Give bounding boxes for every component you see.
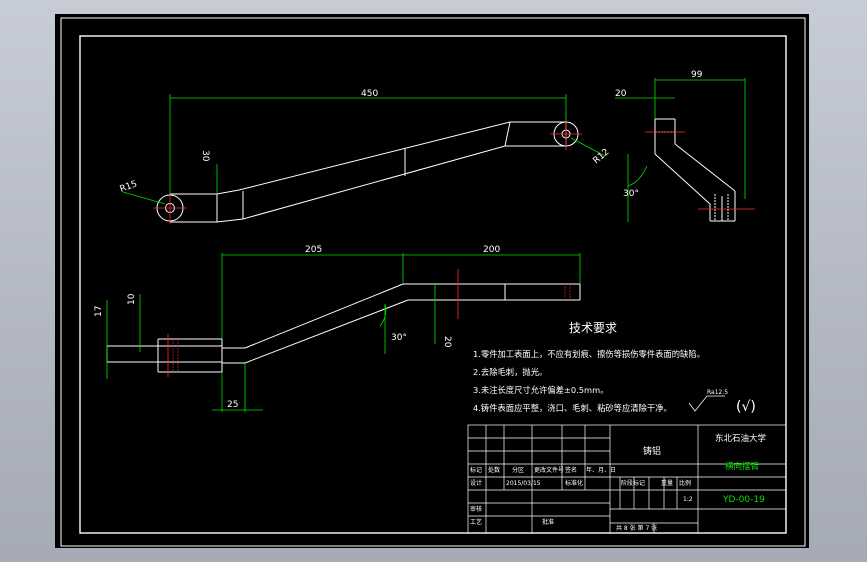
drawing-number: YD-00-19 <box>722 495 765 505</box>
outer-frame <box>60 17 806 547</box>
dim-99: 99 <box>691 70 703 80</box>
row-label-zone: 分区 <box>512 466 524 474</box>
row-label-count: 处数 <box>488 466 500 474</box>
title-block-text: 铸铝 东北石油大学 横向摆臂 YD-00-19 标记 处数 分区 更改文件号 签… <box>470 433 767 532</box>
part-name: 横向摆臂 <box>725 461 760 472</box>
label-stage: 阶段标记 <box>621 479 645 487</box>
tech-req-item-3: 3.未注长度尺寸允许偏差±0.5mm。 <box>473 385 609 395</box>
sheet-info: 共 8 张 第 7 张 <box>616 524 657 532</box>
label-design: 设计 <box>470 479 482 487</box>
row-label-date: 年、月、日 <box>586 466 616 474</box>
cad-drawing: 450 30 R15 R12 99 20 30° 205 200 17 10 2… <box>60 17 806 547</box>
row-label-mark: 标记 <box>470 466 482 474</box>
label-weight: 重量 <box>661 479 673 487</box>
dim-30deg-front: 30° <box>391 333 407 343</box>
dim-205: 205 <box>305 245 322 255</box>
roughness-check: (√) <box>736 399 756 415</box>
row-label-doc: 更改文件号 <box>534 466 564 474</box>
cad-viewport[interactable]: 450 30 R15 R12 99 20 30° 205 200 17 10 2… <box>55 14 809 548</box>
school-name: 东北石油大学 <box>715 433 767 444</box>
label-scale: 比例 <box>679 479 691 487</box>
tech-req-item-4: 4.铸件表面应平整，浇口、毛刺、粘砂等应清除干净。 <box>473 403 672 413</box>
dim-20-front: 20 <box>442 336 452 348</box>
side-view: 99 20 30° <box>615 70 755 222</box>
top-view: 450 30 R15 R12 <box>119 89 612 224</box>
label-approve: 批准 <box>542 518 554 526</box>
dim-10: 10 <box>127 293 137 305</box>
label-process: 工艺 <box>470 518 482 526</box>
roughness-symbol <box>688 395 725 412</box>
dim-30deg-side: 30° <box>623 189 639 199</box>
dim-30-top: 30 <box>200 150 210 162</box>
label-standardize: 标准化 <box>565 479 583 487</box>
dim-450: 450 <box>361 89 378 99</box>
label-check: 审核 <box>470 505 482 513</box>
dim-25: 25 <box>227 400 238 410</box>
roughness-value: Ra12.5 <box>707 389 728 396</box>
tech-req-item-2: 2.去除毛刺，抛光。 <box>473 367 547 377</box>
tech-req-item-1: 1.零件加工表面上，不应有划痕、擦伤等损伤零件表面的缺陷。 <box>473 349 705 359</box>
technical-requirements: 技术要求 1.零件加工表面上，不应有划痕、擦伤等损伤零件表面的缺陷。 2.去除毛… <box>473 321 756 415</box>
scale-value: 1:2 <box>683 496 693 503</box>
tech-req-title: 技术要求 <box>569 321 617 335</box>
dim-r15: R15 <box>119 179 139 194</box>
dim-200: 200 <box>483 245 500 255</box>
design-date: 2015/03/15 <box>506 480 541 487</box>
row-label-sign: 签名 <box>565 466 577 474</box>
material: 铸铝 <box>643 445 661 457</box>
dim-20-side: 20 <box>615 89 627 99</box>
dim-17: 17 <box>94 306 104 317</box>
